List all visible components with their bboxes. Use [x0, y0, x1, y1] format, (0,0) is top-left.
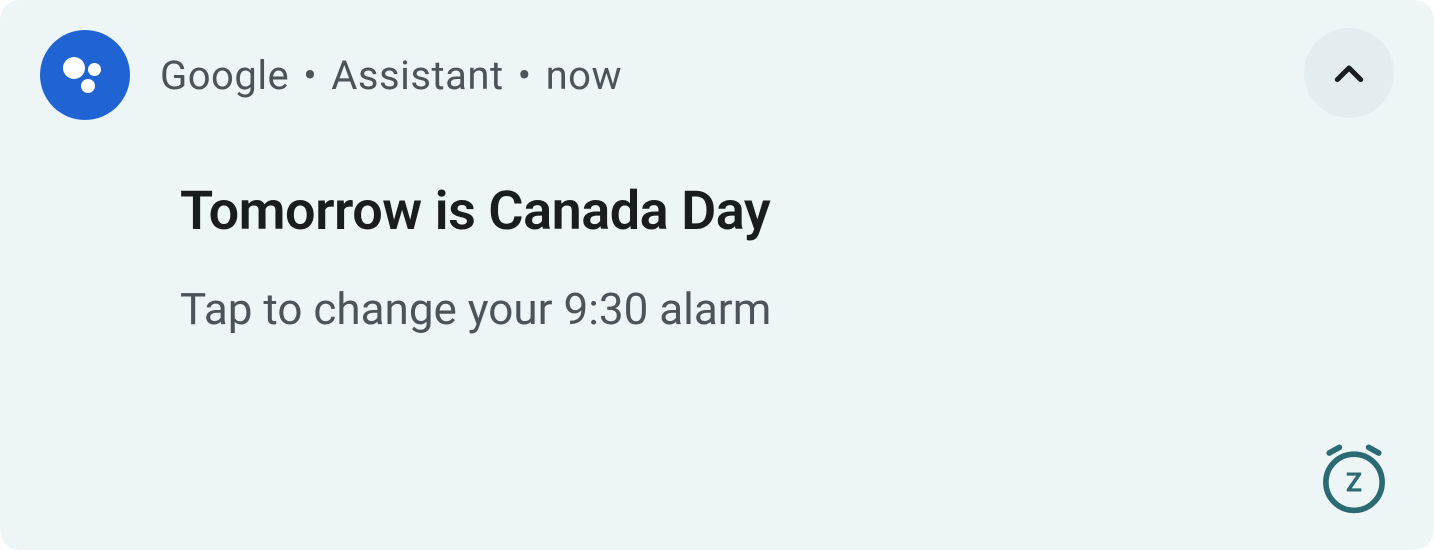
- notification-card[interactable]: Google • Assistant • now Tomorrow is Can…: [0, 0, 1434, 550]
- notification-subtitle: Tap to change your 9:30 alarm: [180, 283, 1394, 335]
- notification-header: Google • Assistant • now: [40, 30, 1394, 120]
- expand-button[interactable]: [1304, 28, 1394, 118]
- notification-title: Tomorrow is Canada Day: [180, 180, 1394, 243]
- notification-meta: Google • Assistant • now: [160, 52, 622, 99]
- alarm-snooze-icon[interactable]: Z: [1314, 440, 1394, 520]
- alarm-clock-icon: Z: [1318, 444, 1390, 516]
- chevron-up-icon: [1329, 53, 1369, 93]
- assistant-dots-icon: [55, 45, 115, 105]
- separator-dot: •: [518, 52, 532, 99]
- timestamp: now: [546, 52, 622, 99]
- svg-text:Z: Z: [1346, 466, 1362, 498]
- app-name: Google: [160, 52, 289, 99]
- google-assistant-icon: [40, 30, 130, 120]
- app-category: Assistant: [331, 52, 503, 99]
- notification-content: Tomorrow is Canada Day Tap to change you…: [180, 180, 1394, 335]
- separator-dot: •: [303, 52, 317, 99]
